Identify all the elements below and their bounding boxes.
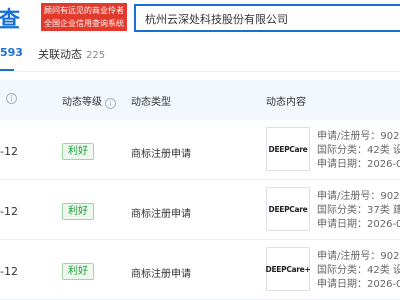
detail-reg-no[interactable]: 申请/注册号：902 (317, 250, 400, 264)
search-input-value: 杭州云深处科技股份有限公司 (145, 13, 288, 26)
trademark-brand-text: DEEPCare (268, 204, 308, 214)
table-row: -12 利好 商标注册申请 DEEPCare 申请/注册号：902 国际分类：4… (0, 120, 400, 180)
info-icon[interactable]: i (105, 98, 116, 109)
level-badge: 利好 (62, 263, 94, 280)
row-detail: 申请/注册号：902 国际分类：42类 设 申请日期：2026-0 (317, 250, 400, 292)
detail-apply-date: 申请日期：2026-0 (317, 279, 400, 290)
detail-intl-class: 国际分类：42类 设 (317, 265, 400, 276)
detail-apply-date: 申请日期：2026-0 (317, 219, 400, 230)
row-date: -12 (0, 205, 18, 218)
table-row: -12 利好 商标注册申请 DEEPCare+ 申请/注册号：902 国际分类：… (0, 240, 400, 300)
tab-bar: 593 关联动态 225 (0, 36, 400, 72)
row-detail: 申请/注册号：902 国际分类：37类 建 申请日期：2026-0 (317, 190, 400, 232)
row-type: 商标注册申请 (131, 149, 191, 160)
date-column-header: i (3, 92, 17, 104)
info-icon[interactable]: i (6, 93, 17, 104)
level-badge: 利好 (62, 203, 94, 220)
detail-reg-no[interactable]: 申请/注册号：902 (317, 130, 400, 144)
table-header: i 动态等级 i 动态类型 动态内容 (0, 80, 400, 120)
trademark-brand-text: DEEPCare (268, 144, 308, 154)
slogan-line-2: 全国企业信用查询系统 (44, 19, 124, 28)
tab-related-news[interactable]: 关联动态 225 (38, 46, 105, 62)
tab-related-news-label: 关联动态 (38, 48, 82, 61)
site-logo[interactable]: 查 (0, 2, 21, 34)
tab-company-news[interactable]: 593 (0, 46, 23, 59)
level-badge: 利好 (62, 143, 94, 160)
row-type: 商标注册申请 (131, 209, 191, 220)
trademark-thumbnail[interactable]: DEEPCare (266, 127, 310, 171)
slogan-banner: 顾问有远见的商业伶者 全国企业信用查询系统 (41, 3, 127, 31)
row-date: -12 (0, 265, 18, 278)
search-input[interactable]: 杭州云深处科技股份有限公司 (134, 4, 400, 32)
level-column-header-label: 动态等级 (62, 97, 102, 108)
active-tab-indicator (0, 69, 14, 71)
row-detail: 申请/注册号：902 国际分类：42类 设 申请日期：2026-0 (317, 130, 400, 172)
trademark-brand-text: DEEPCare+ (265, 264, 311, 274)
trademark-thumbnail[interactable]: DEEPCare (266, 187, 310, 231)
detail-reg-no[interactable]: 申请/注册号：902 (317, 190, 400, 204)
slogan-line-1: 顾问有远见的商业伶者 (44, 6, 124, 15)
detail-apply-date: 申请日期：2026-0 (317, 159, 400, 170)
trademark-thumbnail[interactable]: DEEPCare+ (265, 247, 311, 291)
table-row: -12 利好 商标注册申请 DEEPCare 申请/注册号：902 国际分类：3… (0, 180, 400, 240)
detail-intl-class: 国际分类：42类 设 (317, 145, 400, 156)
tab-related-news-count: 225 (86, 50, 106, 61)
type-column-header: 动态类型 (131, 97, 171, 108)
tab-company-news-count: 593 (0, 46, 23, 59)
content-column-header: 动态内容 (266, 97, 306, 108)
row-date: -12 (0, 145, 18, 158)
row-type: 商标注册申请 (131, 269, 191, 280)
top-header: 查 顾问有远见的商业伶者 全国企业信用查询系统 杭州云深处科技股份有限公司 (0, 0, 400, 36)
detail-intl-class: 国际分类：37类 建 (317, 205, 400, 216)
level-column-header: 动态等级 i (62, 93, 116, 109)
